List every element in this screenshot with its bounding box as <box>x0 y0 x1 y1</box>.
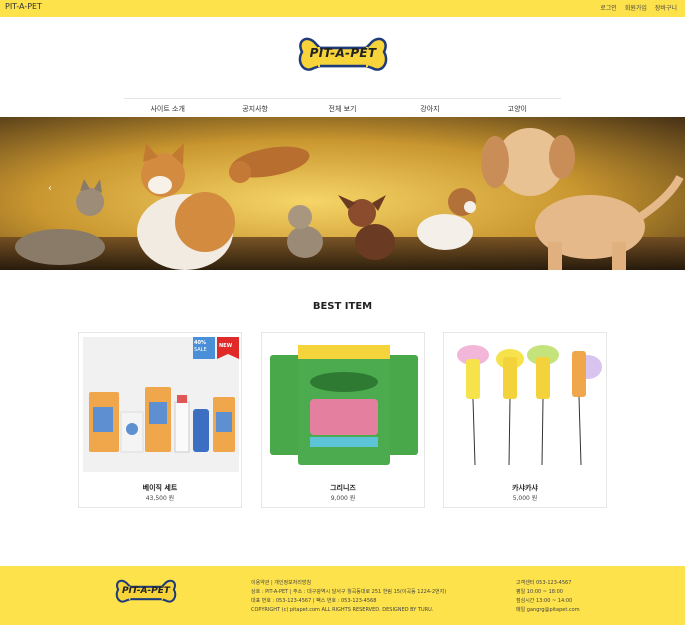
cs-lunch: 점심시간 13:00 ~ 14:00 <box>516 598 573 604</box>
top-bar: PIT-A-PET 로그인 회원가입 장바구니 <box>0 0 685 17</box>
main-nav: 사이트 소개 공지사항 전체 보기 강아지 고양이 <box>124 98 561 116</box>
hero-banner[interactable]: ‹ <box>0 117 685 270</box>
policy-links[interactable]: 이용약관 | 개인정보처리방침 <box>251 579 446 588</box>
product-card-greenies[interactable]: 그리니즈 9,000 원 <box>261 332 425 508</box>
banner-prev-icon[interactable]: ‹ <box>48 183 52 194</box>
nav-item-all[interactable]: 전체 보기 <box>299 99 386 116</box>
product-price: 9,000 원 <box>330 495 356 502</box>
login-link[interactable]: 로그인 <box>600 3 617 12</box>
top-brand[interactable]: PIT-A-PET <box>5 2 42 11</box>
kashakasha-image <box>448 337 604 472</box>
nav-item-cat[interactable]: 고양이 <box>474 99 561 116</box>
signup-link[interactable]: 회원가입 <box>625 3 647 12</box>
nav-item-notice[interactable]: 공지사항 <box>211 99 298 116</box>
site-footer: PIT-A-PET 이용약관 | 개인정보처리방침 상호 : PIT-A-PET… <box>0 566 685 625</box>
customer-service: 고객센터 053-123-4567 평일 10:00 ~ 18:00 점심시간 … <box>516 579 580 615</box>
basic-set-image <box>83 337 239 472</box>
company-phone: 대표 번호 : 053-123-4567 | 팩스 번호 : 053-123-4… <box>251 598 377 604</box>
nav-item-about[interactable]: 사이트 소개 <box>124 99 211 116</box>
product-card-basic-set[interactable]: 40% SALE NEW 베이직 세트 43,500 원 <box>78 332 242 508</box>
sale-badge-label: SALE <box>194 347 207 353</box>
product-name: 카샤카샤 <box>512 484 538 492</box>
cs-email: 메일 gangrg@pitapet.com <box>516 607 580 613</box>
greenies-image <box>266 337 422 472</box>
company-address: 상호 : PIT-A-PET | 주소 : 대구광역시 달서구 월곡동대로 25… <box>251 589 447 595</box>
site-logo[interactable]: PIT-A-PET <box>298 32 388 82</box>
product-name: 그리니즈 <box>330 484 356 492</box>
nav-item-dog[interactable]: 강아지 <box>386 99 473 116</box>
cs-hours: 평일 10:00 ~ 18:00 <box>516 589 563 595</box>
new-badge-label: NEW <box>219 343 233 349</box>
product-price: 5,000 원 <box>512 495 538 502</box>
footer-logo[interactable]: PIT-A-PET <box>110 576 182 610</box>
cs-phone: 고객센터 053-123-4567 <box>516 580 572 586</box>
cart-link[interactable]: 장바구니 <box>655 3 677 12</box>
sale-badge-percent: 40% <box>194 340 206 346</box>
account-links: 로그인 회원가입 장바구니 <box>600 3 677 12</box>
company-info: 이용약관 | 개인정보처리방침 상호 : PIT-A-PET | 주소 : 대구… <box>251 579 446 615</box>
pets-banner-image <box>0 117 685 270</box>
copyright: COPYRIGHT (c) pitapet.com ALL RIGHTS RES… <box>251 607 434 613</box>
logo-text: PIT-A-PET <box>309 46 377 60</box>
footer-logo-text: PIT-A-PET <box>121 586 171 596</box>
product-name: 베이직 세트 <box>142 484 178 492</box>
best-item-title: BEST ITEM <box>312 301 373 312</box>
product-price: 43,500 원 <box>145 495 175 502</box>
product-card-kashakasha[interactable]: 카샤카샤 5,000 원 <box>443 332 607 508</box>
